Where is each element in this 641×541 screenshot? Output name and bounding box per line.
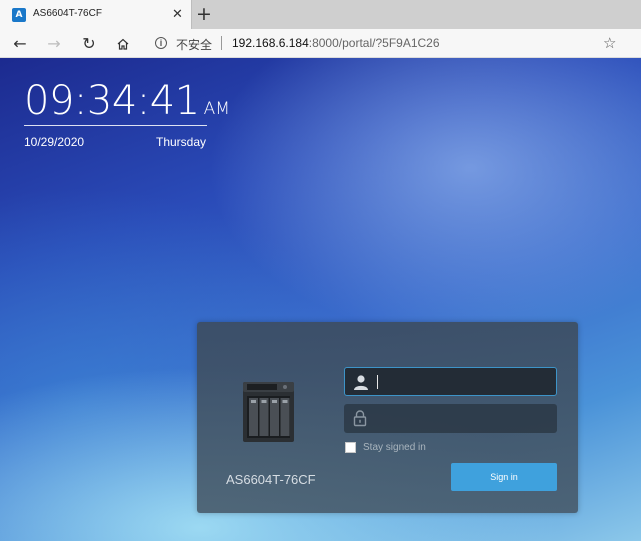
favicon-icon: A	[12, 8, 26, 22]
url-path: :8000/portal/?5F9A1C26	[308, 36, 440, 50]
clock-seconds: 41	[149, 78, 200, 124]
forward-arrow-icon[interactable]: →	[44, 34, 64, 54]
password-field[interactable]	[344, 404, 557, 433]
new-tab-button[interactable]: +	[196, 3, 212, 25]
stay-signed-in-label[interactable]: Stay signed in	[363, 442, 426, 453]
address-separator	[221, 36, 222, 50]
clock-divider	[24, 125, 207, 126]
home-icon[interactable]	[113, 34, 133, 54]
stay-signed-in-checkbox[interactable]	[345, 442, 356, 453]
back-arrow-icon[interactable]: ←	[10, 34, 30, 54]
password-input[interactable]	[378, 404, 553, 431]
star-icon[interactable]: ☆	[603, 34, 616, 52]
lock-icon	[353, 410, 367, 427]
tab-strip: A AS6604T-76CF ✕ +	[0, 0, 641, 29]
device-name: AS6604T-76CF	[226, 472, 316, 487]
tab-close-icon[interactable]: ✕	[172, 6, 183, 22]
address-bar[interactable]: i 不安全 192.168.6.184:8000/portal/?5F9A1C2…	[146, 32, 632, 55]
tab-active[interactable]: A AS6604T-76CF ✕	[0, 0, 192, 29]
security-status[interactable]: 不安全	[176, 36, 212, 53]
portal-page: 09:34:41 AM 10/29/2020 Thursday AS6604T-…	[0, 58, 641, 541]
url-host: 192.168.6.184	[232, 36, 309, 50]
clock-date: 10/29/2020	[24, 135, 85, 149]
tab-title: AS6604T-76CF	[33, 8, 102, 19]
browser-toolbar: ← → ↻ i 不安全 192.168.6.184:8000/portal/?5…	[0, 29, 641, 58]
info-icon[interactable]: i	[155, 37, 167, 49]
username-field[interactable]	[344, 367, 557, 396]
clock-weekday: Thursday	[156, 135, 207, 149]
username-input[interactable]	[379, 368, 554, 395]
user-icon	[354, 375, 368, 390]
nas-device-image	[243, 382, 294, 442]
login-panel: AS6604T-76CF Stay signed in Sign in	[197, 322, 578, 513]
clock-ampm: AM	[203, 99, 230, 119]
sign-in-button[interactable]: Sign in	[451, 463, 557, 491]
refresh-icon[interactable]: ↻	[79, 34, 99, 54]
clock-hours-minutes: 09:34:	[24, 78, 150, 124]
text-cursor	[377, 375, 378, 389]
browser-window: A AS6604T-76CF ✕ + ← → ↻ i 不安全 192.168.6…	[0, 0, 641, 541]
clock-time: 09:34:41 AM	[24, 78, 230, 124]
url-text[interactable]: 192.168.6.184:8000/portal/?5F9A1C26	[232, 36, 440, 50]
